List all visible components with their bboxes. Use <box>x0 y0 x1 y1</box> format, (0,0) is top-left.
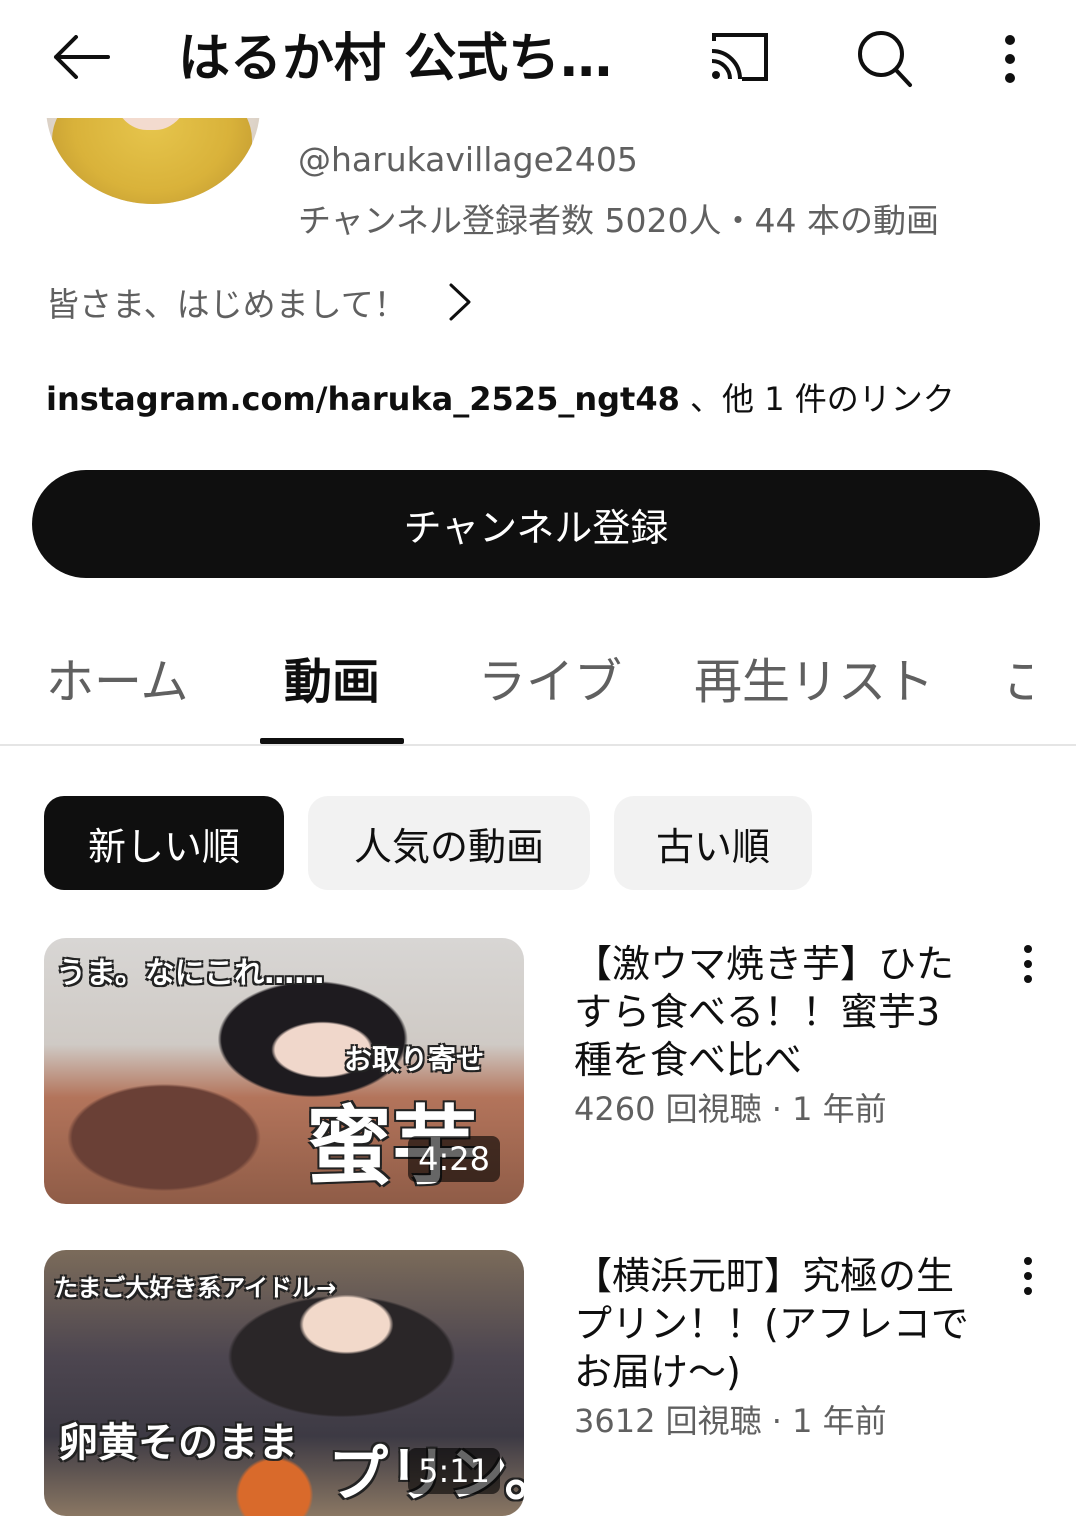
channel-tabs: ホーム 動画 ライブ 再生リスト こ <box>0 620 1076 746</box>
chip-popular[interactable]: 人気の動画 <box>308 796 590 890</box>
link-main[interactable]: instagram.com/haruka_2525_ngt48 <box>46 380 680 418</box>
duration-badge: 4:28 <box>408 1136 500 1182</box>
search-icon <box>857 30 913 92</box>
link-others[interactable]: 、他 1 件のリンク <box>680 380 955 418</box>
cast-button[interactable] <box>702 26 776 92</box>
chip-newest[interactable]: 新しい順 <box>44 796 284 890</box>
more-vert-icon <box>1003 34 1017 88</box>
back-button[interactable] <box>44 22 118 96</box>
video-title[interactable]: 【横浜元町】究極の生プリン！！(アフレコでお届け〜) <box>574 1252 974 1396</box>
top-app-bar: はるか村 公式ち… <box>0 0 1076 118</box>
cast-icon <box>708 31 770 87</box>
channel-handle: @harukavillage2405 <box>298 140 638 179</box>
channel-page: はるか村 公式ち… @harukavillage2405 チャンネル登録者数 5 <box>0 0 1076 1526</box>
video-meta: 4260 回視聴 · 1 年前 <box>574 1090 887 1128</box>
tab-home[interactable]: ホーム <box>46 642 189 712</box>
search-button[interactable] <box>848 24 922 98</box>
thumbnail-caption: 卵黄そのまま <box>58 1420 298 1466</box>
channel-stats: チャンネル登録者数 5020人・44 本の動画 <box>298 201 939 240</box>
video-meta: 3612 回視聴 · 1 年前 <box>574 1402 887 1440</box>
description-text: 皆さま、はじめまして！ <box>46 285 407 324</box>
channel-links[interactable]: instagram.com/haruka_2525_ngt48 、他 1 件のリ… <box>46 374 955 420</box>
channel-title: はるか村 公式ち… <box>178 29 613 89</box>
tab-community-partial[interactable]: こ <box>1002 642 1032 712</box>
thumbnail-caption: お取り寄せ <box>344 1043 485 1076</box>
channel-description[interactable]: 皆さま、はじめまして！ <box>46 276 473 328</box>
subscribe-button[interactable]: チャンネル登録 <box>32 470 1040 578</box>
chip-oldest[interactable]: 古い順 <box>614 796 812 890</box>
video-menu-button[interactable] <box>1000 1250 1056 1306</box>
duration-badge: 5:11 <box>408 1448 500 1494</box>
video-title[interactable]: 【激ウマ焼き芋】ひたすら食べる！！蜜芋3種を食べ比べ <box>574 940 974 1084</box>
back-arrow-icon <box>52 35 110 83</box>
video-thumbnail[interactable]: うま。なにこれ…… お取り寄せ 蜜芋 4:28 <box>44 938 524 1204</box>
video-thumbnail[interactable]: たまご大好き系アイドル→ 卵黄そのまま プリン。 5:11 <box>44 1250 524 1516</box>
more-options-button[interactable] <box>980 24 1040 98</box>
active-tab-indicator <box>260 738 404 744</box>
tab-live[interactable]: ライブ <box>478 642 622 712</box>
more-vert-icon <box>1022 944 1034 988</box>
chevron-right-icon <box>447 282 473 322</box>
more-vert-icon <box>1022 1256 1034 1300</box>
tab-videos[interactable]: 動画 <box>284 642 380 712</box>
thumbnail-caption: うま。なにこれ…… <box>56 956 325 991</box>
tab-playlists[interactable]: 再生リスト <box>694 642 934 712</box>
video-menu-button[interactable] <box>1000 938 1056 994</box>
thumbnail-caption: たまご大好き系アイドル→ <box>54 1274 337 1302</box>
